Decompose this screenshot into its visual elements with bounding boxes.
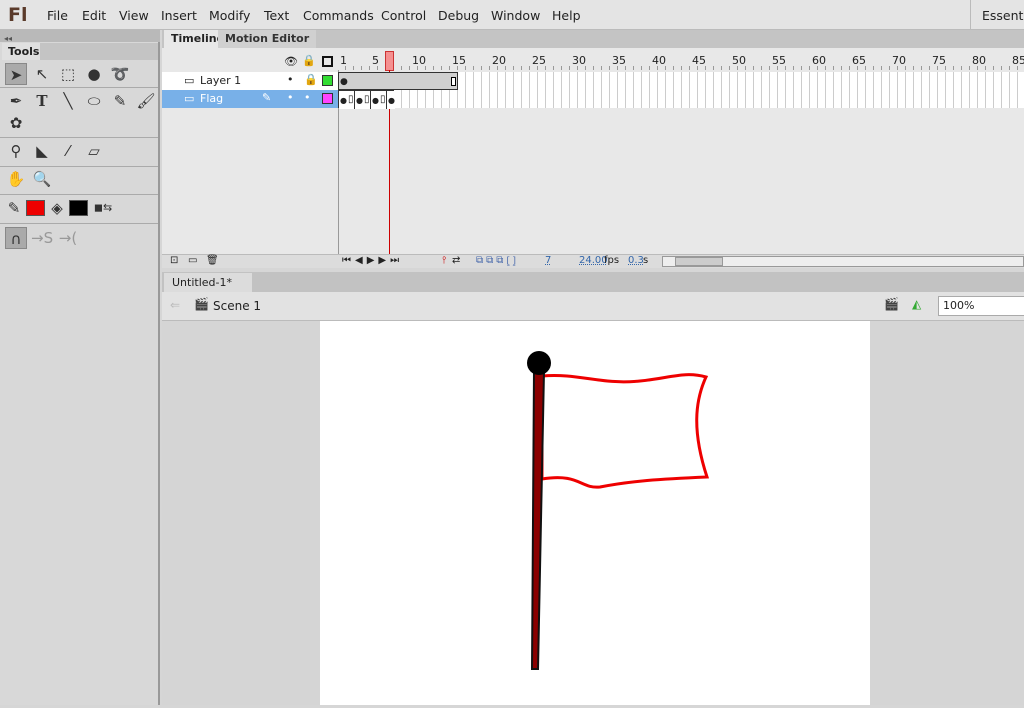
eraser-icon[interactable]: ▱ [83, 140, 105, 162]
line-tool-icon[interactable]: ╲ [57, 90, 79, 112]
stroke-color-icon: ✎ [7, 199, 21, 217]
menu-debug[interactable]: Debug [438, 8, 479, 23]
back-arrow-icon[interactable]: ⇐ [170, 298, 180, 312]
text-tool-icon[interactable]: T [31, 90, 53, 112]
menu-insert[interactable]: Insert [161, 8, 197, 23]
document-tab[interactable]: Untitled-1* × [164, 273, 252, 302]
tab-motion-editor[interactable]: Motion Editor [218, 30, 317, 48]
layer-color-icon[interactable] [322, 75, 333, 86]
flag-drawing[interactable] [320, 321, 870, 705]
edit-symbols-icon[interactable]: ◭ [912, 297, 921, 311]
show-hide-all-icon[interactable]: 👁 [284, 55, 298, 68]
menu-edit[interactable]: Edit [82, 8, 106, 23]
lock-icon[interactable]: 🔒 [304, 73, 318, 86]
layer-icon: ▭ [184, 92, 195, 105]
zoom-input[interactable]: 100% [938, 296, 1024, 316]
menu-file[interactable]: File [47, 8, 68, 23]
layer-row[interactable]: ▭ Layer 1 • 🔒 [162, 72, 338, 90]
menu-commands[interactable]: Commands [303, 8, 374, 23]
outline-all-icon[interactable] [322, 56, 333, 67]
delete-layer-icon[interactable]: 🗑 [206, 255, 219, 266]
frame-cells[interactable]: ● [338, 72, 1024, 90]
stage[interactable] [320, 321, 870, 705]
edit-scene-icon[interactable]: 🎬 [884, 297, 899, 311]
flag-shape [540, 373, 710, 489]
paint-bucket-icon[interactable]: ◣ [31, 140, 53, 162]
timeline-panel: Timeline Motion Editor 👁 🔒 1 5 10 15 20 25 30 3… [162, 30, 1024, 268]
new-layer-icon[interactable]: ⊡ [170, 255, 178, 266]
menu-bar: Fl Essenti File Edit View Insert Modify Text C… [0, 0, 1024, 30]
deco-tool-icon[interactable]: ✿ [5, 112, 27, 134]
loop-icon[interactable]: ⇄ [452, 255, 460, 266]
app-logo: Fl [8, 4, 28, 26]
bone-tool-icon[interactable]: ⚲ [5, 140, 27, 162]
document-tabbar: Untitled-1* × [162, 272, 1024, 302]
straighten-icon[interactable]: →( [57, 227, 79, 249]
free-transform-tool-icon[interactable]: ⬚ [57, 63, 79, 85]
default-colors-icon[interactable]: ◼⇆ [92, 197, 114, 219]
fill-color-swatch[interactable] [69, 200, 88, 216]
playhead[interactable] [385, 51, 394, 71]
snap-to-objects-icon[interactable]: ∩ [5, 227, 27, 249]
layer-name[interactable]: Layer 1 [200, 74, 241, 87]
elapsed-time[interactable]: 0.3 [628, 255, 644, 266]
workspace-switcher[interactable]: Essenti [982, 8, 1024, 23]
pole-ball [527, 351, 551, 375]
visibility-dot[interactable]: • [287, 73, 294, 86]
panel-collapse-bar[interactable]: ◂◂ [0, 30, 160, 43]
scene-clapper-icon: 🎬 [194, 297, 209, 311]
menu-text[interactable]: Text [264, 8, 289, 23]
layer-name[interactable]: Flag [200, 92, 223, 105]
selection-tool-icon[interactable]: ➤ [5, 63, 27, 85]
menu-window[interactable]: Window [491, 8, 540, 23]
time-unit: s [643, 255, 649, 266]
visibility-dot[interactable]: • [287, 91, 294, 104]
fps-label: fps [604, 255, 620, 266]
center-frame-icon[interactable]: ⫯ [442, 255, 446, 266]
hand-tool-icon[interactable]: ✋ [5, 168, 27, 190]
tools-tab[interactable]: Tools [2, 43, 40, 60]
brush-tool-icon[interactable]: 🖌 [135, 90, 157, 112]
new-folder-icon[interactable]: ▭ [188, 255, 197, 266]
stroke-color-swatch[interactable] [26, 200, 45, 216]
lock-dot[interactable]: • [304, 91, 311, 104]
lasso-tool-icon[interactable]: ➰ [109, 63, 131, 85]
tools-panel: ◂◂ Tools ➤ ↖ ⬚ ● ➰ ✒ T ╲ ⬭ ✎ 🖌 ✿ ⚲ ◣ ⁄ ▱… [0, 30, 160, 705]
eyedropper-icon[interactable]: ⁄ [57, 140, 79, 162]
edit-bar: ⇐ 🎬 Scene 1 🎬 ◭ 100% [162, 292, 1024, 321]
smooth-icon[interactable]: →S [31, 227, 53, 249]
pencil-tool-icon[interactable]: ✎ [109, 90, 131, 112]
layer-icon: ▭ [184, 74, 195, 87]
3d-rotation-tool-icon[interactable]: ● [83, 63, 105, 85]
pen-tool-icon[interactable]: ✒ [5, 90, 27, 112]
timeline-scrollbar[interactable] [662, 256, 1024, 267]
frame-cells[interactable]: ● ▯ ● ▯ ● ▯ ● [338, 90, 1024, 109]
playback-controls[interactable]: ⏮◀▶▶⏭ [342, 255, 403, 266]
menu-modify[interactable]: Modify [209, 8, 250, 23]
menu-control[interactable]: Control [381, 8, 426, 23]
menu-help[interactable]: Help [552, 8, 581, 23]
fill-color-icon: ◈ [51, 199, 63, 217]
flag-pole [530, 370, 546, 670]
menu-view[interactable]: View [119, 8, 149, 23]
timeline-controls: ⊡ ▭ 🗑 ⏮◀▶▶⏭ ⫯ ⇄ ⧉⧉⧉⦋⦌ 7 24.00 fps 0.3 s [162, 254, 1024, 268]
layer-row[interactable]: ▭ Flag ✎ • • [162, 90, 338, 108]
onion-skin-icons[interactable]: ⧉⧉⧉⦋⦌ [476, 255, 519, 266]
frame-ruler[interactable]: 1 5 10 15 20 25 30 35 40 45 50 55 60 65 70 75 80 85 [338, 52, 1024, 70]
current-frame[interactable]: 7 [545, 255, 551, 266]
lock-all-icon[interactable]: 🔒 [302, 54, 316, 67]
zoom-tool-icon[interactable]: 🔍 [31, 168, 53, 190]
scene-name[interactable]: Scene 1 [213, 299, 261, 313]
document-tab-label: Untitled-1* [172, 276, 232, 289]
subselection-tool-icon[interactable]: ↖ [31, 63, 53, 85]
pencil-icon: ✎ [262, 91, 272, 104]
layer-color-icon[interactable] [322, 93, 333, 104]
oval-tool-icon[interactable]: ⬭ [83, 90, 105, 112]
